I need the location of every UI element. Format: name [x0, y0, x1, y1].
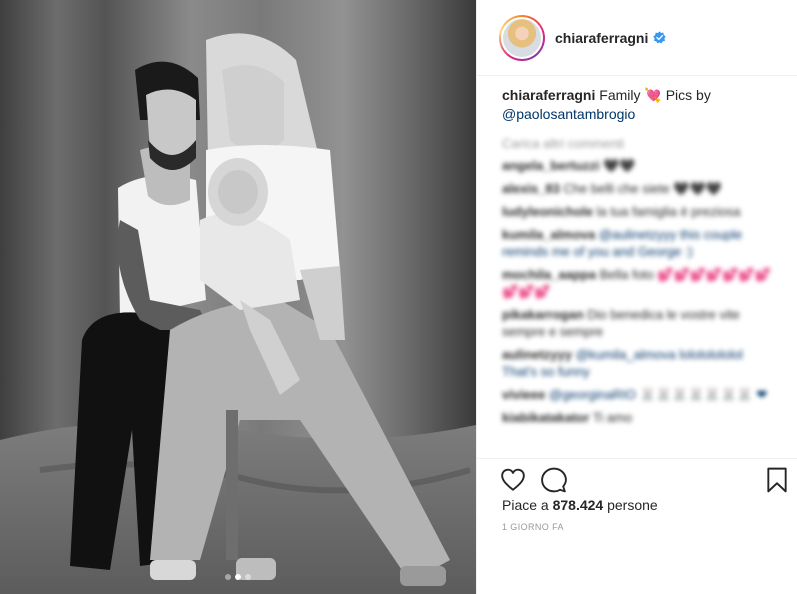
- comment-item: ludyleonichole la tua famiglia è prezios…: [502, 203, 776, 220]
- comment-item: alexis_83 Che belli che siete 🖤🖤🖤: [502, 180, 776, 197]
- caption-text: Family 💘 Pics by: [599, 87, 711, 103]
- comment-username[interactable]: mochila_aappa: [502, 267, 596, 282]
- comment-username[interactable]: alexis_83: [502, 181, 560, 196]
- verified-badge-icon: [653, 31, 667, 44]
- likes-prefix: Piace a: [502, 497, 553, 513]
- post-photo[interactable]: [0, 0, 476, 594]
- comment-username[interactable]: kumila_almova: [502, 227, 595, 242]
- photo-illustration: [0, 0, 476, 594]
- likes-number: 878.424: [552, 497, 604, 513]
- comment-item: angela_bertuzzi 🖤🖤: [502, 157, 776, 174]
- heart-icon[interactable]: [500, 467, 526, 493]
- post-caption: chiaraferragni Family 💘 Pics by @paolosa…: [502, 86, 776, 124]
- header-username[interactable]: chiaraferragni: [555, 30, 648, 46]
- caption-mention[interactable]: @paolosantambrogio: [502, 106, 635, 122]
- comment-username[interactable]: pikakarrogan: [502, 307, 584, 322]
- comment-item: aulinetzyyy @kumila_almova lolololololol…: [502, 346, 776, 380]
- comment-text: Che belli che siete 🖤🖤🖤: [563, 181, 722, 196]
- comments-list: chiaraferragni Family 💘 Pics by @paolosa…: [477, 86, 797, 458]
- action-bar: [477, 458, 797, 498]
- comment-text: la tua famiglia è preziosa: [596, 204, 741, 219]
- comment-username[interactable]: kiabikatakator: [502, 410, 589, 425]
- carousel-dot-active[interactable]: [235, 574, 241, 580]
- comment-username[interactable]: vivieee: [502, 387, 545, 402]
- comment-text: @georginaRIO 🐰🐰🐰🐰🐰🐰🐰 ❤: [549, 387, 768, 402]
- comment-text: Ti amo: [592, 410, 633, 425]
- comment-text: 🖤🖤: [603, 158, 636, 173]
- likes-suffix: persone: [603, 497, 658, 513]
- comment-item: kumila_almova @aulinetzyyy this couple r…: [502, 226, 776, 260]
- post-header: chiaraferragni: [477, 0, 797, 76]
- post-timestamp[interactable]: 1 GIORNO FA: [502, 522, 564, 532]
- comment-username[interactable]: aulinetzyyy: [502, 347, 572, 362]
- carousel-dot[interactable]: [225, 574, 231, 580]
- comment-username[interactable]: angela_bertuzzi: [502, 158, 600, 173]
- avatar[interactable]: [501, 16, 543, 59]
- likes-count[interactable]: Piace a 878.424 persone: [502, 497, 658, 513]
- story-ring[interactable]: [499, 14, 545, 61]
- comment-item: kiabikatakator Ti amo: [502, 409, 776, 426]
- comment-item: mochila_aappa Bella foto 💕💕💕💕💕💕💕💕💕💕: [502, 266, 776, 300]
- carousel-indicator: [0, 574, 476, 580]
- comment-item: vivieee @georginaRIO 🐰🐰🐰🐰🐰🐰🐰 ❤: [502, 386, 776, 403]
- bookmark-icon[interactable]: [764, 467, 790, 493]
- carousel-dot[interactable]: [245, 574, 251, 580]
- post-sidebar: chiaraferragni chiaraferragni Family 💘 P…: [476, 0, 797, 594]
- load-more-comments[interactable]: Carica altri commenti: [502, 136, 776, 151]
- comment-item: pikakarrogan Dio benedica le vostre vite…: [502, 306, 776, 340]
- speech-bubble-icon[interactable]: [541, 467, 567, 493]
- caption-username[interactable]: chiaraferragni: [502, 87, 595, 103]
- comment-username[interactable]: ludyleonichole: [502, 204, 593, 219]
